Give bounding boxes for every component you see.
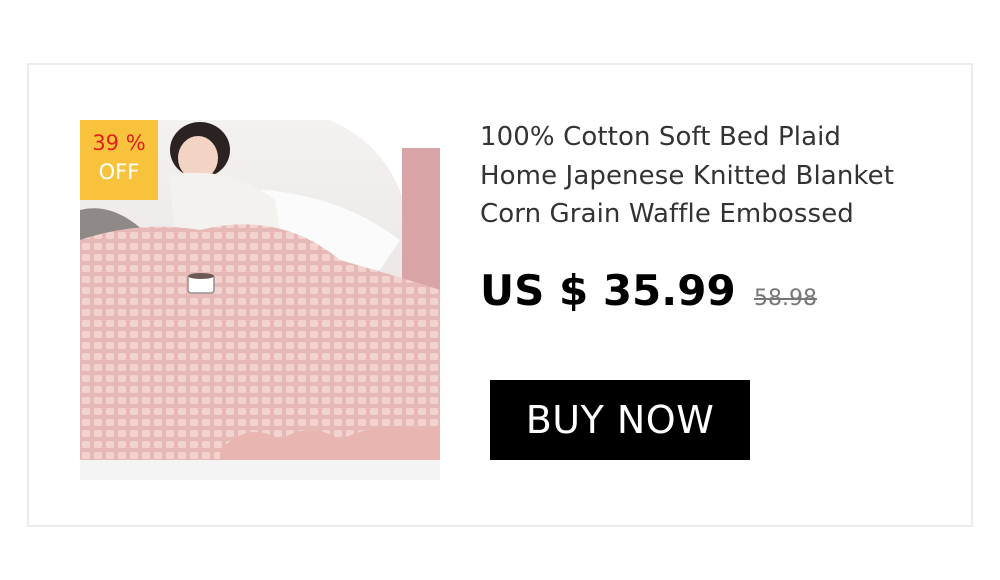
product-title-line: 100% Cotton Soft Bed Plaid xyxy=(480,122,842,152)
product-title-line: Home Japenese Knitted Blanket xyxy=(480,160,895,191)
original-price: 58.98 xyxy=(754,286,817,311)
product-title[interactable]: 100% Cotton Soft Bed Plaid Home Japenese… xyxy=(480,118,950,234)
product-title-line: Corn Grain Waffle Embossed xyxy=(480,199,854,229)
buy-now-button[interactable]: BUY NOW xyxy=(490,380,750,460)
discount-badge: 39 % OFF xyxy=(80,120,158,200)
discount-percent: 39 % xyxy=(92,131,146,155)
current-price: US $ 35.99 xyxy=(480,266,736,315)
discount-off-label: OFF xyxy=(98,160,140,184)
